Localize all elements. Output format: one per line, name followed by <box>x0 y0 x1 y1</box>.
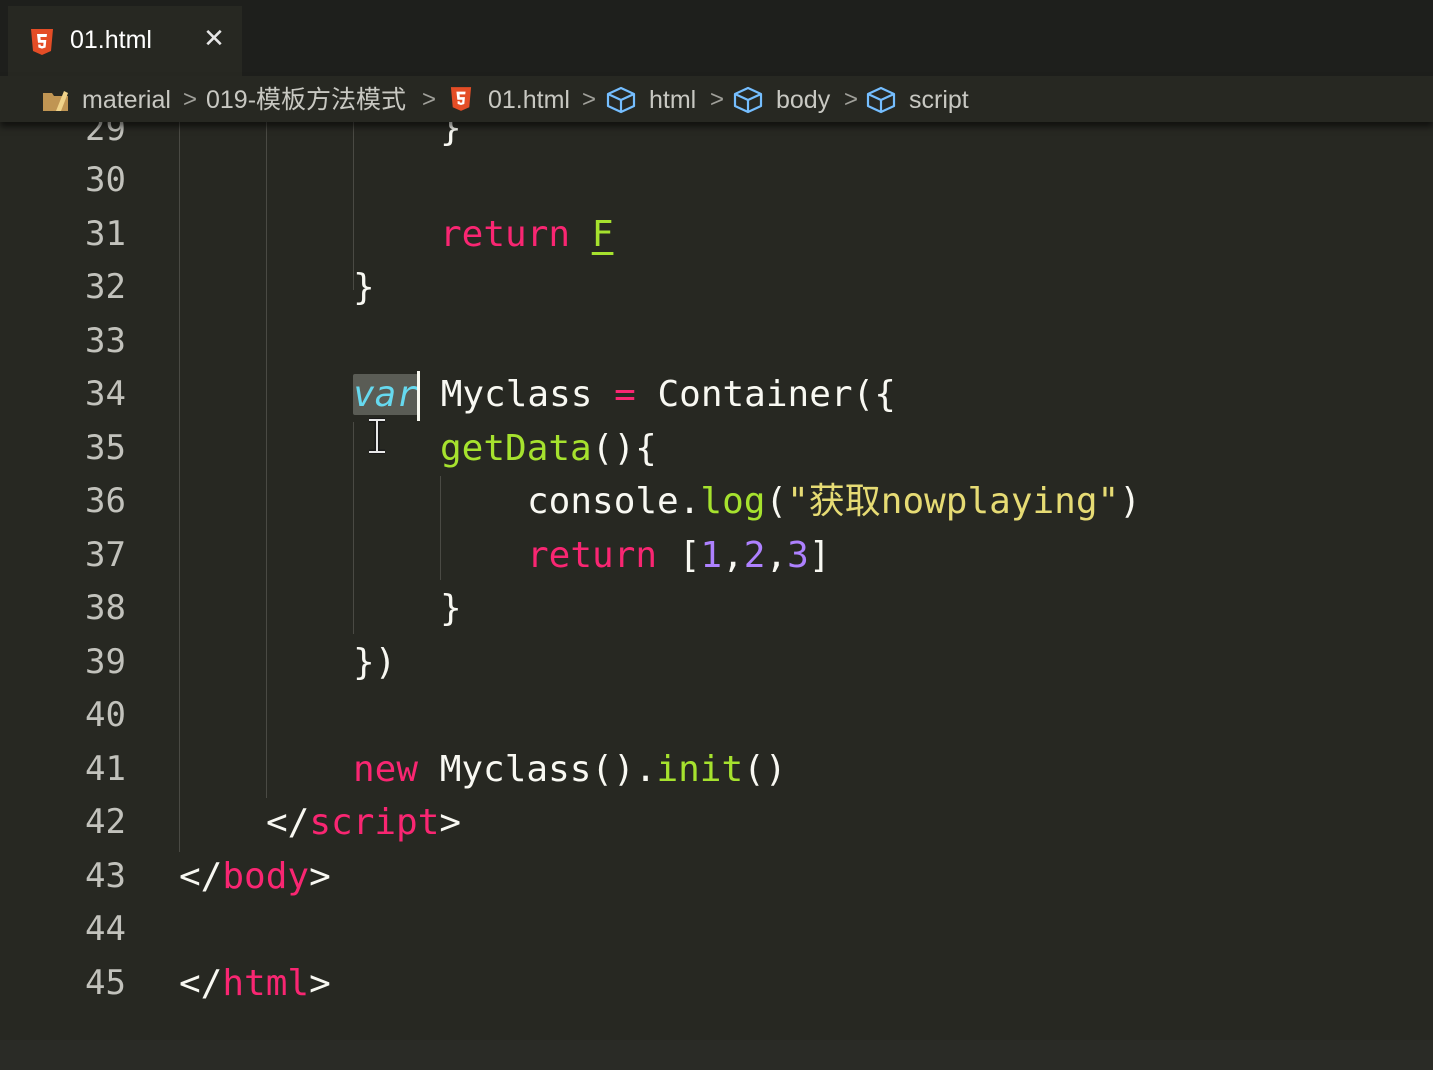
chevron-right-icon: > <box>422 86 437 113</box>
line-number: 36 <box>85 481 126 521</box>
close-icon[interactable]: ✕ <box>200 24 228 54</box>
breadcrumb-item-file[interactable]: 01.html <box>488 84 570 116</box>
line-number: 32 <box>85 267 126 307</box>
indent-guide <box>266 122 267 798</box>
cube-icon <box>866 86 896 114</box>
chevron-right-icon: > <box>710 86 725 113</box>
code-line: getData(){ <box>440 428 657 469</box>
line-number: 33 <box>85 321 126 361</box>
indent-guide <box>440 476 441 580</box>
text-cursor-icon <box>369 418 385 454</box>
code-line: }) <box>353 642 397 683</box>
code-line: var Myclass = Container({ <box>353 368 896 422</box>
line-number: 38 <box>85 588 126 628</box>
selected-text: var <box>353 374 419 415</box>
line-number: 41 <box>85 749 126 789</box>
line-number: 40 <box>85 695 126 735</box>
line-number: 37 <box>85 535 126 575</box>
line-number: 31 <box>85 214 126 254</box>
indent-guide <box>179 122 180 852</box>
tab-01-html[interactable]: 01.html ✕ <box>8 6 242 76</box>
line-number: 29 <box>85 122 126 149</box>
breadcrumb-item-script[interactable]: script <box>909 84 969 116</box>
chevron-right-icon: > <box>183 86 198 113</box>
chevron-right-icon: > <box>582 86 597 113</box>
code-line: return [1,2,3] <box>527 535 831 576</box>
breadcrumb: material > 019-模板方法模式 > 01.html > html >… <box>0 76 1433 122</box>
line-number: 30 <box>85 160 126 200</box>
indent-guide <box>353 422 354 634</box>
code-line: </body> <box>179 856 331 897</box>
tab-label: 01.html <box>70 26 152 54</box>
cube-icon <box>606 86 636 114</box>
breadcrumb-item-material[interactable]: material <box>82 84 171 116</box>
line-number: 42 <box>85 802 126 842</box>
code-line: console.log("获取nowplaying") <box>527 481 1141 522</box>
code-editor[interactable]: 29 30 31 32 33 34 35 36 37 38 39 40 41 4… <box>0 122 1433 1070</box>
status-strip <box>0 1040 1433 1070</box>
line-number: 44 <box>85 909 126 949</box>
line-number: 35 <box>85 428 126 468</box>
line-number: 43 <box>85 856 126 896</box>
cube-icon <box>733 86 763 114</box>
folder-icon <box>43 91 68 111</box>
chevron-right-icon: > <box>844 86 859 113</box>
code-line: } <box>440 122 462 149</box>
code-line: </script> <box>266 802 462 843</box>
html5-icon <box>450 87 472 111</box>
line-number: 39 <box>85 642 126 682</box>
code-line: new Myclass().init() <box>353 749 787 790</box>
html5-icon <box>31 29 53 55</box>
breadcrumb-item-html[interactable]: html <box>649 84 696 116</box>
line-number: 45 <box>85 963 126 1003</box>
line-number: 34 <box>85 374 126 414</box>
tab-bar: 01.html ✕ <box>0 0 1433 76</box>
breadcrumb-item-body[interactable]: body <box>776 84 830 116</box>
breadcrumb-item-folder[interactable]: 019-模板方法模式 <box>206 84 406 116</box>
code-line: } <box>353 267 375 308</box>
code-line: </html> <box>179 963 331 1004</box>
code-line: } <box>440 588 462 629</box>
code-line: return F <box>440 214 614 255</box>
